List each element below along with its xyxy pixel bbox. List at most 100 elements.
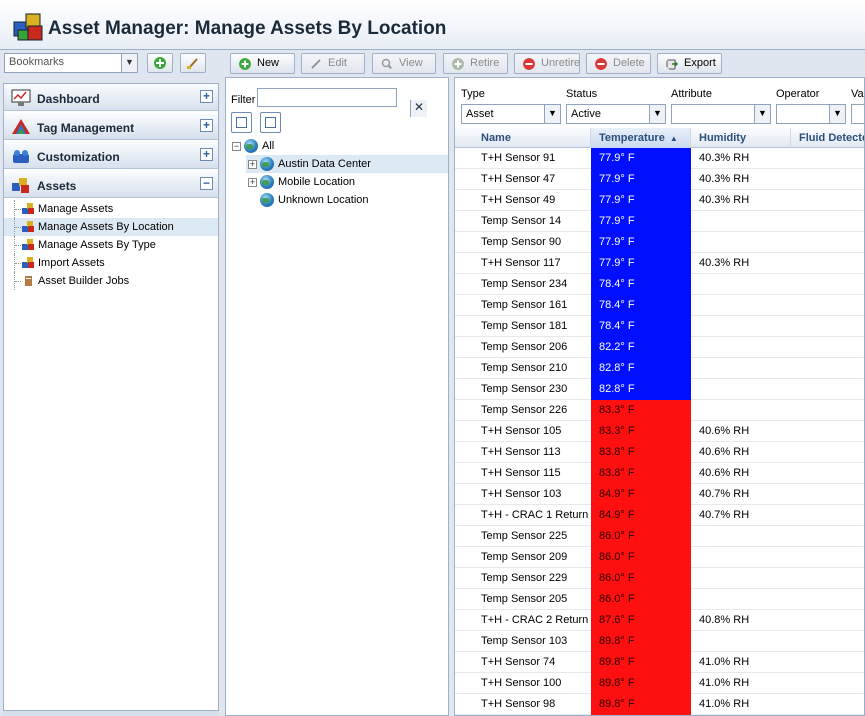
chevron-down-icon[interactable]: ▼: [121, 54, 137, 72]
asset-cubes-icon: [22, 239, 34, 250]
expand-toggle-icon[interactable]: +: [200, 148, 213, 161]
table-row[interactable]: T+H Sensor 117 77.9° F 40.3% RH: [455, 253, 864, 274]
nav-section-assets[interactable]: Assets −: [4, 171, 218, 198]
table-row[interactable]: Temp Sensor 206 82.2° F: [455, 337, 864, 358]
column-header-name[interactable]: Name: [473, 128, 591, 148]
table-row[interactable]: T+H Sensor 105 83.3° F 40.6% RH: [455, 421, 864, 442]
nav-section-collapsed[interactable]: [3, 710, 219, 716]
table-row[interactable]: Temp Sensor 226 83.3° F: [455, 400, 864, 421]
filter-input[interactable]: ✕: [257, 88, 427, 117]
table-row[interactable]: Temp Sensor 230 82.8° F: [455, 379, 864, 400]
collapse-toggle-icon[interactable]: −: [200, 177, 213, 190]
cell-humidity: [691, 526, 791, 547]
status-filter-select[interactable]: Active ▼: [566, 104, 666, 124]
type-filter-label: Type: [461, 88, 485, 100]
export-button[interactable]: Export: [657, 53, 722, 74]
table-row[interactable]: T+H Sensor 74 89.8° F 41.0% RH: [455, 652, 864, 673]
tree-node-austin-data-center[interactable]: + Austin Data Center: [246, 155, 448, 173]
delete-icon: [595, 58, 607, 70]
cell-humidity: 41.0% RH: [699, 656, 750, 668]
sidebar-item-asset-builder-jobs[interactable]: Asset Builder Jobs: [4, 272, 218, 290]
table-row[interactable]: Temp Sensor 234 78.4° F: [455, 274, 864, 295]
table-row[interactable]: Temp Sensor 229 86.0° F: [455, 568, 864, 589]
table-row[interactable]: T+H Sensor 47 77.9° F 40.3% RH: [455, 169, 864, 190]
chevron-down-icon[interactable]: ▼: [754, 105, 770, 123]
cell-name: T+H Sensor 47: [481, 173, 556, 185]
expand-all-button[interactable]: [231, 112, 252, 133]
sidebar-item-manage-assets-by-location[interactable]: Manage Assets By Location: [4, 218, 218, 236]
export-label: Export: [684, 57, 716, 69]
table-row[interactable]: Temp Sensor 14 77.9° F: [455, 211, 864, 232]
table-row[interactable]: Temp Sensor 90 77.9° F: [455, 232, 864, 253]
collapse-all-button[interactable]: [260, 112, 281, 133]
table-row[interactable]: T+H Sensor 91 77.9° F 40.3% RH: [455, 148, 864, 169]
bookmarks-select[interactable]: Bookmarks ▼: [4, 53, 138, 73]
cell-temperature: 89.8° F: [591, 652, 691, 673]
table-row[interactable]: Temp Sensor 161 78.4° F: [455, 295, 864, 316]
type-filter-select[interactable]: Asset ▼: [461, 104, 561, 124]
new-button[interactable]: New: [230, 53, 295, 74]
chevron-down-icon[interactable]: ▼: [829, 105, 845, 123]
table-row[interactable]: T+H Sensor 49 77.9° F 40.3% RH: [455, 190, 864, 211]
cell-humidity: 40.3% RH: [699, 152, 750, 164]
nav-section-dashboard[interactable]: Dashboard +: [4, 84, 218, 111]
table-row[interactable]: T+H Sensor 98 89.8° F 41.0% RH: [455, 694, 864, 715]
chevron-down-icon[interactable]: ▼: [649, 105, 665, 123]
location-tree-panel: Filter ✕ − All + Austin Data Center + Mo…: [225, 77, 449, 716]
table-row[interactable]: T+H - CRAC 2 Return 87.6° F 40.8% RH: [455, 610, 864, 631]
nav-section-tag-management[interactable]: Tag Management +: [4, 113, 218, 140]
table-row[interactable]: Temp Sensor 209 86.0° F: [455, 547, 864, 568]
table-row[interactable]: Temp Sensor 103 89.8° F: [455, 631, 864, 652]
plus-circle-icon: [239, 58, 251, 70]
expand-toggle-icon[interactable]: +: [200, 119, 213, 132]
attribute-filter-select[interactable]: ▼: [671, 104, 771, 124]
nav-section-customization[interactable]: Customization +: [4, 142, 218, 169]
table-row[interactable]: Temp Sensor 225 86.0° F: [455, 526, 864, 547]
cell-temperature: 82.2° F: [591, 337, 691, 358]
sidebar-item-import-assets[interactable]: Import Assets: [4, 254, 218, 272]
column-header-temperature[interactable]: Temperature ▲: [591, 128, 691, 148]
globe-icon: [260, 157, 274, 171]
sidebar-item-label: Manage Assets By Location: [38, 221, 174, 233]
tree-node-all[interactable]: − All: [230, 137, 440, 155]
table-row[interactable]: T+H Sensor 103 84.9° F 40.7% RH: [455, 484, 864, 505]
expand-node-icon[interactable]: +: [248, 160, 257, 169]
cell-temperature: 78.4° F: [591, 295, 691, 316]
collapse-node-icon[interactable]: −: [232, 142, 241, 151]
clear-filter-icon[interactable]: ✕: [410, 100, 427, 117]
view-label: View: [399, 57, 423, 69]
table-row[interactable]: T+H Sensor 113 83.8° F 40.6% RH: [455, 442, 864, 463]
table-row[interactable]: T+H Sensor 115 83.8° F 40.6% RH: [455, 463, 864, 484]
table-row[interactable]: Temp Sensor 181 78.4° F: [455, 316, 864, 337]
chevron-down-icon[interactable]: ▼: [544, 105, 560, 123]
cell-temperature: 84.9° F: [591, 505, 691, 526]
retire-button[interactable]: Retire: [443, 53, 508, 74]
edit-bookmarks-button[interactable]: [180, 53, 206, 73]
unretire-button[interactable]: Unretire: [514, 53, 580, 74]
operator-filter-select[interactable]: ▼: [776, 104, 846, 124]
cell-name: Temp Sensor 205: [481, 593, 568, 605]
value-filter-input[interactable]: [851, 104, 864, 124]
table-row[interactable]: T+H - CRAC 1 Return 84.9° F 40.7% RH: [455, 505, 864, 526]
cell-temperature: 82.8° F: [591, 379, 691, 400]
left-navigation: Dashboard + Tag Management + Customizati…: [3, 83, 219, 716]
table-row[interactable]: T+H Sensor 100 89.8° F 41.0% RH: [455, 673, 864, 694]
view-button[interactable]: View: [372, 53, 436, 74]
assets-grid-panel: Type Asset ▼ Status Active ▼ Attribute ▼…: [454, 77, 865, 716]
delete-button[interactable]: Delete: [586, 53, 651, 74]
column-header-fluid-detected[interactable]: Fluid Detecte: [791, 128, 864, 148]
cell-name: T+H Sensor 103: [481, 488, 562, 500]
add-bookmark-button[interactable]: [147, 53, 173, 73]
expand-toggle-icon[interactable]: +: [200, 90, 213, 103]
sidebar-item-manage-assets-by-type[interactable]: Manage Assets By Type: [4, 236, 218, 254]
tree-node-mobile-location[interactable]: + Mobile Location: [246, 173, 448, 191]
table-row[interactable]: Temp Sensor 210 82.8° F: [455, 358, 864, 379]
cell-temperature: 77.9° F: [591, 190, 691, 211]
sidebar-item-manage-assets[interactable]: Manage Assets: [4, 200, 218, 218]
column-header-humidity[interactable]: Humidity: [691, 128, 791, 148]
nav-section-label: Dashboard: [37, 92, 100, 106]
edit-button[interactable]: Edit: [301, 53, 365, 74]
table-row[interactable]: Temp Sensor 205 86.0° F: [455, 589, 864, 610]
expand-node-icon[interactable]: +: [248, 178, 257, 187]
tree-node-unknown-location[interactable]: Unknown Location: [246, 191, 448, 209]
